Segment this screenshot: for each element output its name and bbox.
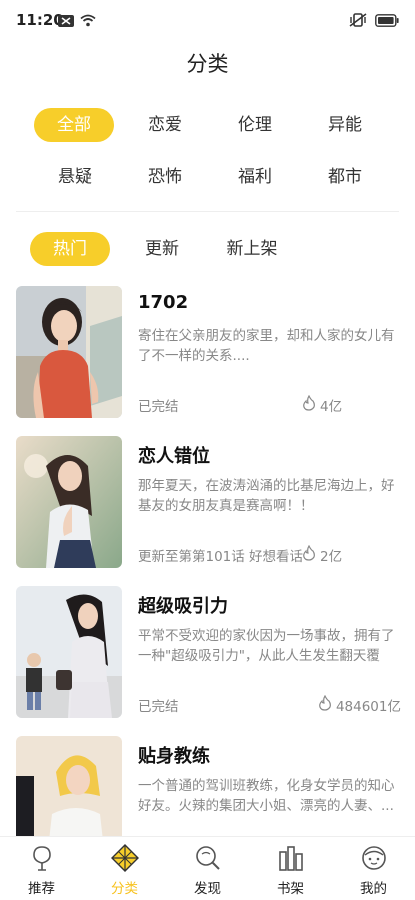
category-filter: 全部 恋爱 伦理 异能 悬疑 恐怖 福利 都市 — [30, 108, 390, 194]
nav-label: 我的 — [360, 881, 387, 897]
comic-status: 更新至第第101话 好想看话 — [138, 549, 304, 565]
comic-list: 1702 寄住在父亲朋友的家里，却和人家的女儿有了不一样的关系.... 已完结 … — [16, 286, 401, 886]
nav-item-bookshelf[interactable]: 书架 — [249, 837, 332, 900]
nav-label: 书架 — [277, 881, 304, 897]
nav-item-category[interactable]: 分类 — [83, 837, 166, 900]
nav-label: 分类 — [111, 881, 138, 897]
status-icons-right — [349, 12, 399, 31]
comic-status: 已完结 — [138, 699, 179, 715]
category-chip-welfare[interactable]: 福利 — [210, 160, 300, 194]
comic-views-count: 484601亿 — [335, 699, 401, 715]
nav-label: 发现 — [194, 881, 221, 897]
comic-views: 2亿 — [302, 544, 343, 565]
flame-icon — [318, 694, 332, 715]
sort-tab-updated[interactable]: 更新 — [120, 232, 204, 266]
comic-title: 贴身教练 — [138, 746, 210, 767]
comic-views-count: 2亿 — [320, 549, 343, 565]
category-chip-romance[interactable]: 恋爱 — [120, 108, 210, 142]
bookshelf-icon — [275, 843, 307, 873]
category-icon — [109, 843, 141, 873]
comic-views: 484601亿 — [318, 694, 401, 715]
comic-cover-image[interactable] — [16, 436, 122, 568]
comic-list-item[interactable]: 恋人错位 那年夏天，在波涛汹涌的比基尼海边上，好基友的女朋友真是赛高啊！！ 更新… — [16, 436, 401, 586]
battery-icon — [375, 12, 399, 31]
comic-list-item[interactable]: 1702 寄住在父亲朋友的家里，却和人家的女儿有了不一样的关系.... 已完结 … — [16, 286, 401, 436]
sort-tab-hot[interactable]: 热门 — [30, 232, 110, 266]
comic-views: 4亿 — [302, 394, 343, 415]
comic-title: 恋人错位 — [138, 446, 210, 467]
comic-title: 超级吸引力 — [138, 596, 228, 617]
sort-tabs: 热门 更新 新上架 — [30, 232, 294, 266]
comic-views-count: 4亿 — [320, 399, 343, 415]
section-divider — [16, 211, 399, 212]
nav-item-recommend[interactable]: 推荐 — [0, 837, 83, 900]
profile-icon — [358, 843, 390, 873]
comic-list-item[interactable]: 超级吸引力 平常不受欢迎的家伙因为一场事故，拥有了一种"超级吸引力"，从此人生发… — [16, 586, 401, 736]
comic-cover-image[interactable] — [16, 586, 122, 718]
recommend-icon — [26, 843, 58, 873]
category-chip-ethics[interactable]: 伦理 — [210, 108, 300, 142]
status-time: 11:20 — [16, 11, 64, 29]
nav-label: 推荐 — [28, 881, 55, 897]
sort-tab-new[interactable]: 新上架 — [210, 232, 294, 266]
comic-description: 平常不受欢迎的家伙因为一场事故，拥有了一种"超级吸引力"，从此人生发生翻天覆地.… — [138, 628, 395, 664]
comic-description: 一个普通的驾训班教练，化身女学员的知心好友。火辣的集团大小姐、漂亮的人妻、... — [138, 778, 395, 814]
category-chip-supernatural[interactable]: 异能 — [300, 108, 390, 142]
comic-title: 1702 — [138, 292, 189, 313]
comic-description: 那年夏天，在波涛汹涌的比基尼海边上，好基友的女朋友真是赛高啊！！ — [138, 478, 395, 514]
discover-icon — [192, 843, 224, 873]
page-title: 分类 — [186, 52, 229, 76]
flame-icon — [302, 394, 316, 415]
nav-item-profile[interactable]: 我的 — [332, 837, 415, 900]
comic-description: 寄住在父亲朋友的家里，却和人家的女儿有了不一样的关系.... — [138, 328, 395, 364]
notification-icon — [58, 12, 74, 31]
comic-status: 已完结 — [138, 399, 179, 415]
category-chip-suspense[interactable]: 悬疑 — [30, 160, 120, 194]
comic-cover-image[interactable] — [16, 286, 122, 418]
bottom-nav: 推荐 分类 发现 书架 我的 — [0, 836, 415, 900]
wifi-icon — [80, 12, 96, 31]
category-chip-horror[interactable]: 恐怖 — [120, 160, 210, 194]
category-chip-urban[interactable]: 都市 — [300, 160, 390, 194]
status-icons-left — [58, 12, 96, 31]
flame-icon — [302, 544, 316, 565]
status-bar: 11:20 — [0, 0, 415, 40]
vibrate-off-icon — [349, 12, 367, 31]
category-chip-all[interactable]: 全部 — [34, 108, 114, 142]
nav-item-discover[interactable]: 发现 — [166, 837, 249, 900]
